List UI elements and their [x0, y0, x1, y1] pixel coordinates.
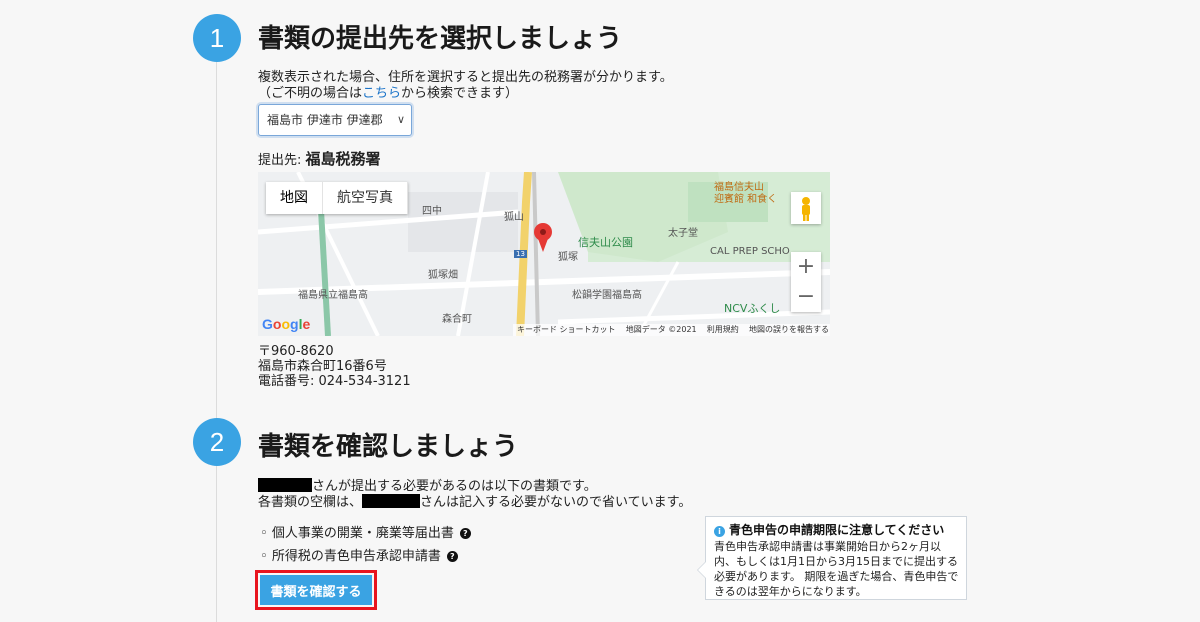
blue-return-deadline-notice: i 青色申告の申請期限に注意してください 青色申告承認申請書は事業開始日から2ヶ月…	[697, 516, 967, 600]
map-label-morinomachi: 森合町	[442, 314, 472, 325]
help-icon[interactable]: ?	[459, 528, 471, 539]
zoom-in-button[interactable]: +	[791, 252, 821, 282]
line-2-suffix: さんは記入する必要がないので省いています。	[420, 495, 692, 510]
document-item: ◦ 所得税の青色申告承認申請書?	[260, 545, 458, 564]
destination-label: 提出先:	[258, 153, 302, 168]
step-1-title: 書類の提出先を選択しましょう	[258, 24, 623, 54]
zoom-controls: + −	[791, 252, 821, 312]
document-name: 個人事業の開業・廃業等届出書	[271, 526, 454, 541]
tab-map[interactable]: 地図	[266, 182, 323, 214]
map-label-kitsunezuka: 狐塚	[558, 252, 578, 263]
step-1-number: 1	[193, 14, 241, 62]
step-2-number: 2	[193, 418, 241, 466]
confirm-documents-button[interactable]: 書類を確認する	[260, 575, 372, 605]
map-label-fukushima-high: 福島県立福島高	[298, 290, 368, 301]
notice-body: 青色申告承認申請書は事業開始日から2ヶ月以内、もしくは1月1日から3月15日まで…	[714, 540, 959, 598]
step-2-title: 書類を確認しましょう	[258, 432, 519, 462]
map-label-yonchu: 四中	[422, 206, 442, 217]
zoom-out-button[interactable]: −	[791, 282, 821, 312]
help-icon[interactable]: ?	[446, 551, 458, 562]
step-2-line-2: 各書類の空欄は、 さんは記入する必要がないので省いています。	[258, 494, 691, 511]
google-logo: Google	[262, 316, 311, 332]
timeline-line	[216, 62, 217, 622]
address-select-value: 福島市 伊達市 伊達郡	[267, 113, 383, 127]
address-select[interactable]: 福島市 伊達市 伊達郡 ∨	[258, 104, 412, 136]
redacted-name	[362, 494, 421, 508]
street-address: 福島市森合町16番6号	[258, 359, 387, 374]
street-view-pegman-icon[interactable]	[791, 192, 821, 224]
destination-value: 福島税務署	[305, 150, 381, 168]
keyboard-shortcuts-link[interactable]: キーボード ショートカット	[517, 325, 616, 334]
map-type-tabs: 地図 航空写真	[266, 182, 408, 214]
redacted-name	[258, 478, 312, 492]
confirm-button-highlight: 書類を確認する	[255, 570, 377, 610]
search-here-link[interactable]: こちら	[362, 86, 401, 101]
help-prefix: （ご不明の場合は	[258, 86, 363, 101]
map-label-shoin: 松韻学園福島高	[572, 290, 642, 301]
notice-title: 青色申告の申請期限に注意してください	[729, 523, 945, 537]
map-label-kitsunebata: 狐塚畑	[428, 270, 458, 281]
pegman-figure	[802, 197, 810, 221]
map-label-shinobuyama-park: 信夫山公園	[578, 236, 633, 249]
bullet-dot: ◦	[260, 526, 272, 541]
tab-aerial[interactable]: 航空写真	[323, 182, 408, 214]
tax-office-map[interactable]: 地図 航空写真 四中 狐山 狐塚 狐塚畑 信夫山公園 太子堂 福島信夫山 迎賓館…	[258, 172, 830, 336]
report-error-link[interactable]: 地図の誤りを報告する	[749, 325, 829, 334]
document-name: 所得税の青色申告承認申請書	[271, 549, 441, 564]
step-2-line-1: さんが提出する必要があるのは以下の書類です。	[258, 478, 597, 495]
help-suffix: から検索できます）	[401, 86, 519, 101]
line-2-prefix: 各書類の空欄は、	[258, 495, 363, 510]
step-1-description: 複数表示された場合、住所を選択すると提出先の税務署が分かります。	[258, 70, 673, 85]
phone-number: 電話番号: 024-534-3121	[258, 374, 411, 389]
bullet-dot: ◦	[260, 549, 272, 564]
map-label-cal-prep: CAL PREP SCHO	[710, 246, 790, 257]
map-footer: キーボード ショートカット 地図データ ©2021 利用規約 地図の誤りを報告す…	[513, 324, 830, 336]
map-label-guesthouse-2: 迎賓館 和食く	[714, 194, 778, 205]
map-label-kitsuneyama: 狐山	[504, 212, 524, 223]
step-1-help-line: （ご不明の場合はこちらから検索できます）	[258, 86, 518, 102]
line-1-text: さんが提出する必要があるのは以下の書類です。	[312, 479, 597, 494]
destination-row: 提出先: 福島税務署	[258, 150, 381, 170]
info-icon: i	[714, 526, 725, 537]
document-item: ◦ 個人事業の開業・廃業等届出書?	[260, 522, 471, 541]
notice-title-row: i 青色申告の申請期限に注意してください	[714, 521, 958, 538]
map-label-ncv: NCVふくし	[724, 302, 781, 315]
terms-link[interactable]: 利用規約	[707, 325, 739, 334]
route-shield: 13	[514, 250, 527, 258]
map-data-credit: 地図データ ©2021	[625, 325, 697, 334]
map-label-taishido: 太子堂	[668, 228, 698, 239]
chevron-down-icon: ∨	[396, 113, 405, 126]
postal-code: 〒960-8620	[258, 344, 334, 359]
